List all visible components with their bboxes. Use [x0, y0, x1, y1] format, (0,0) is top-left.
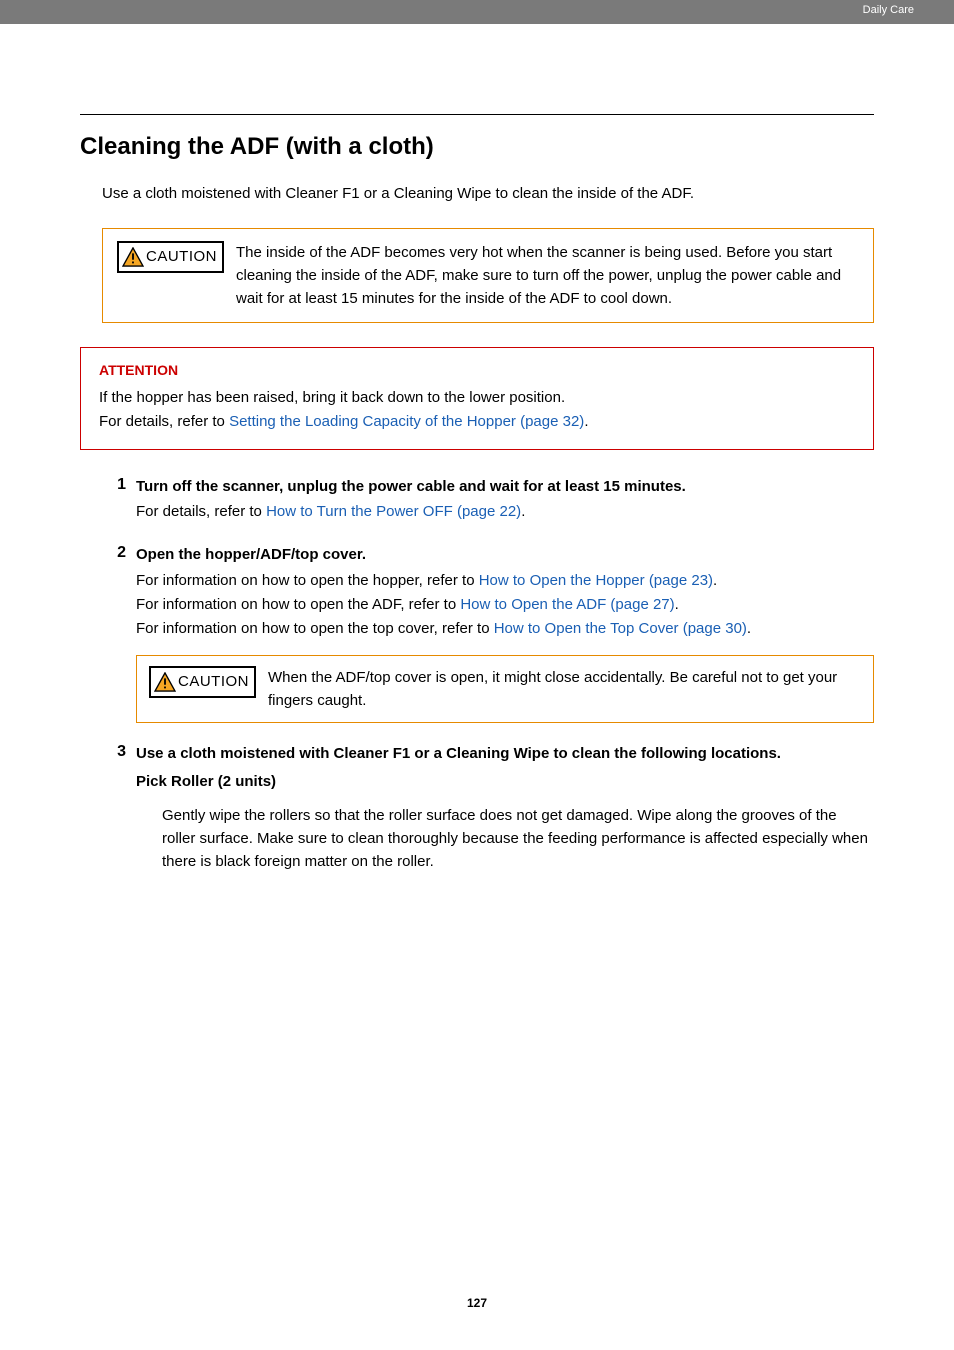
attention-title: ATTENTION: [99, 362, 855, 378]
s2l2-link[interactable]: How to Open the ADF (page 27): [460, 596, 674, 613]
attention-line1: If the hopper has been raised, bring it …: [99, 389, 565, 406]
step-text: Pick Roller (2 units) Gently wipe the ro…: [136, 770, 874, 874]
s2l1-pre: For information on how to open the hoppe…: [136, 572, 479, 589]
warning-triangle-icon: [122, 247, 144, 267]
caution-badge: CAUTION: [149, 666, 256, 698]
s2l1-link[interactable]: How to Open the Hopper (page 23): [479, 572, 713, 589]
step-text: For details, refer to How to Turn the Po…: [136, 500, 874, 524]
s2l2-pre: For information on how to open the ADF, …: [136, 596, 460, 613]
caution-badge: CAUTION: [117, 241, 224, 273]
s2l3-pre: For information on how to open the top c…: [136, 620, 494, 637]
step-3: 3 Use a cloth moistened with Cleaner F1 …: [102, 743, 874, 873]
attention-line2-pre: For details, refer to: [99, 413, 229, 430]
step-number: 1: [102, 476, 126, 525]
intro-text: Use a cloth moistened with Cleaner F1 or…: [102, 183, 874, 206]
s2l3-post: .: [747, 620, 751, 637]
caution-label: CAUTION: [146, 248, 217, 265]
step-text: For information on how to open the hoppe…: [136, 569, 874, 641]
caution-box-main: CAUTION The inside of the ADF becomes ve…: [102, 228, 874, 324]
page-number: 127: [0, 1296, 954, 1310]
attention-line2-post: .: [584, 413, 588, 430]
attention-link[interactable]: Setting the Loading Capacity of the Hopp…: [229, 413, 584, 430]
step1-pre: For details, refer to: [136, 503, 266, 520]
s2l3-link[interactable]: How to Open the Top Cover (page 30): [494, 620, 747, 637]
header-bar: Daily Care: [0, 0, 954, 24]
step1-post: .: [521, 503, 525, 520]
step-number: 3: [102, 743, 126, 873]
title-rule: [80, 114, 874, 115]
page-title: Cleaning the ADF (with a cloth): [80, 133, 874, 161]
step-title: Use a cloth moistened with Cleaner F1 or…: [136, 743, 874, 766]
attention-box: ATTENTION If the hopper has been raised,…: [80, 347, 874, 450]
step1-link[interactable]: How to Turn the Power OFF (page 22): [266, 503, 521, 520]
step-1: 1 Turn off the scanner, unplug the power…: [102, 476, 874, 525]
warning-triangle-icon: [154, 672, 176, 692]
sub-heading: Pick Roller (2 units): [136, 770, 874, 794]
step-title: Turn off the scanner, unplug the power c…: [136, 476, 874, 499]
attention-body: If the hopper has been raised, bring it …: [99, 386, 855, 433]
sub-body: Gently wipe the rollers so that the roll…: [162, 804, 874, 874]
page-content: Cleaning the ADF (with a cloth) Use a cl…: [0, 24, 954, 874]
s2l1-post: .: [713, 572, 717, 589]
caution-label: CAUTION: [178, 673, 249, 690]
caution-box-step2: CAUTION When the ADF/top cover is open, …: [136, 655, 874, 724]
caution-text: When the ADF/top cover is open, it might…: [268, 666, 861, 713]
step-title: Open the hopper/ADF/top cover.: [136, 544, 874, 567]
caution-text: The inside of the ADF becomes very hot w…: [236, 241, 859, 311]
s2l2-post: .: [675, 596, 679, 613]
step-2: 2 Open the hopper/ADF/top cover. For inf…: [102, 544, 874, 723]
step-number: 2: [102, 544, 126, 723]
breadcrumb: Daily Care: [863, 4, 914, 16]
